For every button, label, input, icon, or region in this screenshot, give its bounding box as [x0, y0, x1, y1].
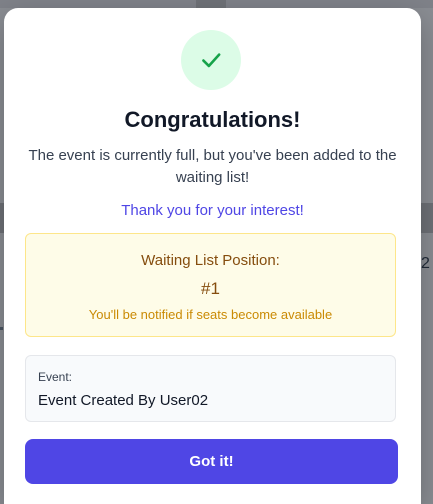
- waiting-list-label: Waiting List Position:: [141, 252, 280, 269]
- event-label: Event:: [38, 370, 73, 384]
- modal-title: Congratulations!: [124, 107, 301, 132]
- waiting-list-position: #1: [201, 279, 220, 298]
- background-bullet: [0, 327, 3, 330]
- got-it-button[interactable]: Got it!: [25, 439, 398, 484]
- event-name: Event Created By User02: [38, 392, 209, 409]
- background-panel: [0, 0, 196, 8]
- waitlist-confirmation-modal: Congratulations! The event is currently …: [4, 8, 421, 504]
- background-panel: [196, 0, 226, 8]
- thanks-text: Thank you for your interest!: [121, 202, 304, 219]
- background-table-header: [421, 203, 433, 233]
- modal-message: The event is currently full, but you've …: [28, 147, 397, 186]
- success-badge: [181, 30, 241, 90]
- background-panel: [226, 0, 433, 8]
- waiting-list-note: You'll be notified if seats become avail…: [88, 307, 333, 322]
- background-text-fragment: 2: [421, 255, 430, 272]
- event-card: Event: Event Created By User02: [25, 355, 396, 422]
- waiting-list-card: Waiting List Position: #1 You'll be noti…: [25, 233, 396, 337]
- check-icon: [202, 53, 221, 68]
